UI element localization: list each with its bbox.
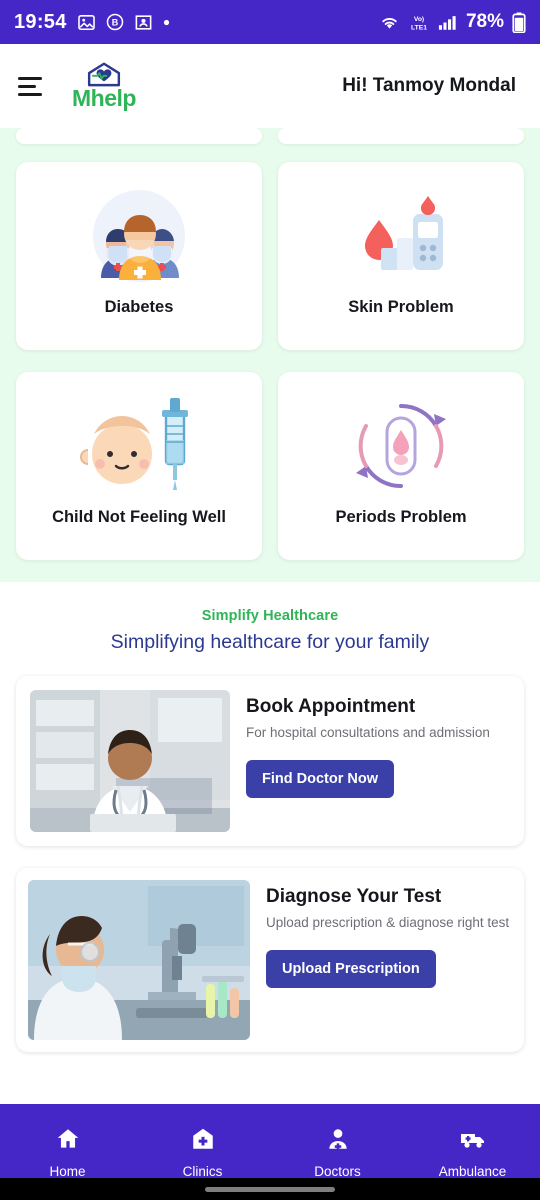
contacts-icon	[134, 13, 153, 32]
symptom-card-label: Skin Problem	[348, 298, 454, 316]
nav-label: Clinics	[182, 1163, 223, 1179]
status-time: 19:54	[14, 10, 67, 33]
symptom-row-1: Diabetes Skin Problem	[16, 162, 524, 350]
wifi-icon	[379, 14, 400, 31]
symptom-card-label: Periods Problem	[335, 508, 467, 526]
svg-text:Vo): Vo)	[414, 15, 424, 22]
partial-card-right[interactable]	[278, 128, 524, 144]
doctors-group-illustration	[79, 184, 199, 288]
status-bar-right: Vo) LTE1 78%	[379, 11, 526, 33]
symptom-card-periods-problem[interactable]: Periods Problem	[278, 372, 524, 560]
nav-item-clinics[interactable]: Clinics	[135, 1126, 270, 1179]
symptom-card-label: Child Not Feeling Well	[52, 508, 226, 526]
upload-prescription-button[interactable]: Upload Prescription	[266, 950, 436, 989]
gesture-navigation-bar	[0, 1178, 540, 1200]
lab-technician-microscope-photo	[28, 880, 250, 1040]
battery-icon	[512, 11, 526, 33]
nav-label: Ambulance	[438, 1163, 507, 1179]
symptoms-section: Diabetes Skin Problem Child Not Feeling …	[0, 128, 540, 582]
gallery-icon	[77, 13, 96, 32]
symptom-card-diabetes[interactable]: Diabetes	[16, 162, 262, 350]
brand-logo: Mhelp	[72, 62, 136, 111]
brand-name: Mhelp	[72, 84, 136, 111]
menstrual-cycle-illustration	[341, 394, 461, 498]
signal-icon	[438, 14, 458, 31]
promo-subtitle: For hospital consultations and admission	[246, 725, 490, 740]
nav-label: Doctors	[314, 1163, 361, 1179]
promo-body: Book Appointment For hospital consultati…	[246, 690, 510, 799]
status-bar: 19:54 B Vo) LTE1 78%	[0, 0, 540, 44]
baby-syringe-illustration	[74, 394, 204, 498]
promo-subtitle: Upload prescription & diagnose right tes…	[266, 915, 510, 930]
svg-text:B: B	[111, 17, 118, 27]
ambulance-icon	[459, 1126, 487, 1157]
nav-item-ambulance[interactable]: Ambulance	[405, 1126, 540, 1179]
promo-card-diagnose-test[interactable]: Diagnose Your Test Upload prescription &…	[16, 868, 524, 1052]
doctor-at-desk-photo	[30, 690, 230, 832]
partial-card-row	[16, 128, 524, 144]
app-bar: Mhelp Hi! Tanmoy Mondal	[0, 44, 540, 128]
simplify-section: Simplify Healthcare Simplifying healthca…	[0, 582, 540, 654]
blood-glucose-meter-illustration	[341, 184, 461, 288]
clinic-building-icon	[190, 1126, 216, 1157]
status-bar-left: 19:54 B	[14, 11, 170, 34]
simplify-title: Simplifying healthcare for your family	[110, 631, 430, 653]
b-badge-icon: B	[106, 13, 124, 31]
svg-text:LTE1: LTE1	[411, 24, 427, 31]
nav-item-doctors[interactable]: Doctors	[270, 1126, 405, 1179]
promo-card-book-appointment[interactable]: Book Appointment For hospital consultati…	[16, 676, 524, 846]
simplify-kicker: Simplify Healthcare	[201, 608, 339, 624]
home-icon	[55, 1126, 81, 1157]
symptom-row-2: Child Not Feeling Well Periods Problem	[16, 372, 524, 560]
nav-item-home[interactable]: Home	[0, 1126, 135, 1179]
promo-title: Diagnose Your Test	[266, 886, 442, 907]
battery-percent: 78%	[465, 11, 504, 32]
find-doctor-now-button[interactable]: Find Doctor Now	[246, 760, 394, 799]
app-screen: 19:54 B Vo) LTE1 78% Mhelp Hi! Tanmoy Mo…	[0, 0, 540, 1200]
dot-icon	[163, 19, 170, 26]
heart-house-icon	[83, 62, 125, 87]
nav-label: Home	[49, 1163, 86, 1179]
symptom-card-child-not-feeling-well[interactable]: Child Not Feeling Well	[16, 372, 262, 560]
gesture-pill[interactable]	[205, 1186, 335, 1192]
promo-body: Diagnose Your Test Upload prescription &…	[266, 880, 512, 989]
symptom-card-skin-problem[interactable]: Skin Problem	[278, 162, 524, 350]
partial-card-left[interactable]	[16, 128, 262, 144]
doctor-person-icon	[325, 1126, 351, 1157]
promo-title: Book Appointment	[246, 696, 416, 717]
hamburger-menu-icon[interactable]	[18, 76, 44, 96]
symptom-card-label: Diabetes	[104, 298, 174, 316]
user-greeting: Hi! Tanmoy Mondal	[342, 75, 516, 96]
volte-icon: Vo) LTE1	[408, 13, 430, 32]
